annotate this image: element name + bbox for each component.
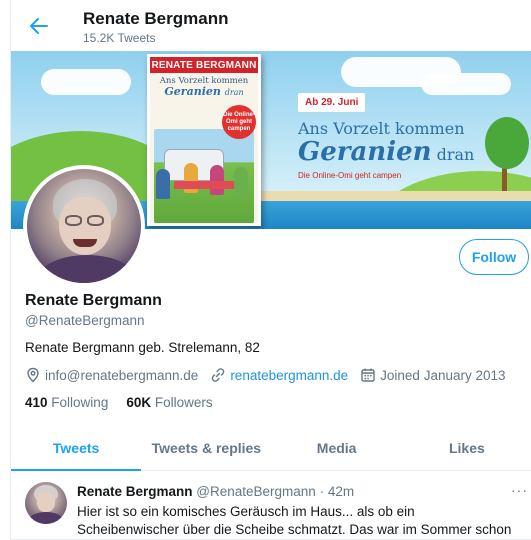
tab-media[interactable]: Media xyxy=(272,426,402,470)
profile-email: info@renatebergmann.de xyxy=(25,367,198,383)
back-button[interactable] xyxy=(25,12,53,40)
promo-title-line2: Geranien dran xyxy=(298,137,474,167)
tweet-text: Hier ist so ein komisches Geräusch im Ha… xyxy=(77,504,512,537)
profile-page: Renate Bergmann 15.2K Tweets RENATE BERG… xyxy=(10,0,531,540)
tweet-header: Renate Bergmann @RenateBergmann · 42m xyxy=(77,484,354,499)
following-label: Following xyxy=(51,395,109,410)
following-stat[interactable]: 410 Following xyxy=(25,395,108,410)
mail-icon xyxy=(27,367,39,383)
profile-handle: @RenateBergmann xyxy=(25,313,145,328)
profile-meta: info@renatebergmann.de renatebergmann.de… xyxy=(25,367,518,383)
profile-joined: Joined January 2013 xyxy=(360,367,506,383)
header-tweet-count: 15.2K Tweets xyxy=(83,31,156,45)
tab-tweets-replies[interactable]: Tweets & replies xyxy=(141,426,271,470)
profile-email-text: info@renatebergmann.de xyxy=(45,367,199,383)
header-name: Renate Bergmann xyxy=(83,9,229,28)
profile-tabs: Tweets Tweets & replies Media Likes xyxy=(11,426,531,471)
promo-subtitle: Die Online-Omi geht campen xyxy=(298,171,402,180)
link-icon xyxy=(212,368,225,382)
profile-website-link[interactable]: renatebergmann.de xyxy=(230,368,348,383)
promo-title-line1: Ans Vorzelt kommen xyxy=(298,119,465,138)
promo-title-big: Geranien xyxy=(298,137,432,167)
profile-bio: Renate Bergmann geb. Strelemann, 82 xyxy=(25,340,260,355)
profile-joined-text: Joined January 2013 xyxy=(380,367,506,383)
promo-date: Ab 29. Juni xyxy=(298,93,366,112)
book-title-small: dran xyxy=(224,88,244,97)
tweet-author-name[interactable]: Renate Bergmann xyxy=(77,484,193,499)
tweet-meta: @RenateBergmann · 42m xyxy=(196,484,355,499)
tab-likes[interactable]: Likes xyxy=(402,426,531,470)
profile-stats: 410 Following 60K Followers xyxy=(25,395,231,410)
more-icon[interactable]: ··· xyxy=(511,482,528,498)
top-bar: Renate Bergmann 15.2K Tweets xyxy=(11,0,531,50)
profile-website[interactable]: renatebergmann.de xyxy=(210,367,348,383)
profile-name: Renate Bergmann xyxy=(25,292,162,309)
following-count: 410 xyxy=(25,395,48,410)
tree-illustration xyxy=(485,117,529,169)
profile-avatar[interactable] xyxy=(23,165,145,287)
book-title-big: Geranien xyxy=(164,85,221,98)
tweet-avatar[interactable] xyxy=(25,482,67,524)
book-author: RENATE BERGMANN xyxy=(150,57,258,73)
followers-stat[interactable]: 60K Followers xyxy=(126,395,212,410)
followers-count: 60K xyxy=(126,395,152,410)
book-cover: RENATE BERGMANN Ans Vorzelt kommen Geran… xyxy=(147,54,261,226)
book-title-line2: Geranien dran xyxy=(150,86,258,99)
book-sticker: Die Online-Omi geht campen xyxy=(222,105,256,139)
back-arrow-icon xyxy=(30,18,48,34)
calendar-icon xyxy=(361,368,375,382)
tweet-item[interactable]: Renate Bergmann @RenateBergmann · 42m ··… xyxy=(11,472,531,540)
book-illustration xyxy=(154,129,254,223)
tab-tweets[interactable]: Tweets xyxy=(11,426,142,471)
promo-title-small: dran xyxy=(436,145,475,164)
followers-label: Followers xyxy=(154,395,213,410)
follow-button[interactable]: Follow xyxy=(459,239,529,275)
